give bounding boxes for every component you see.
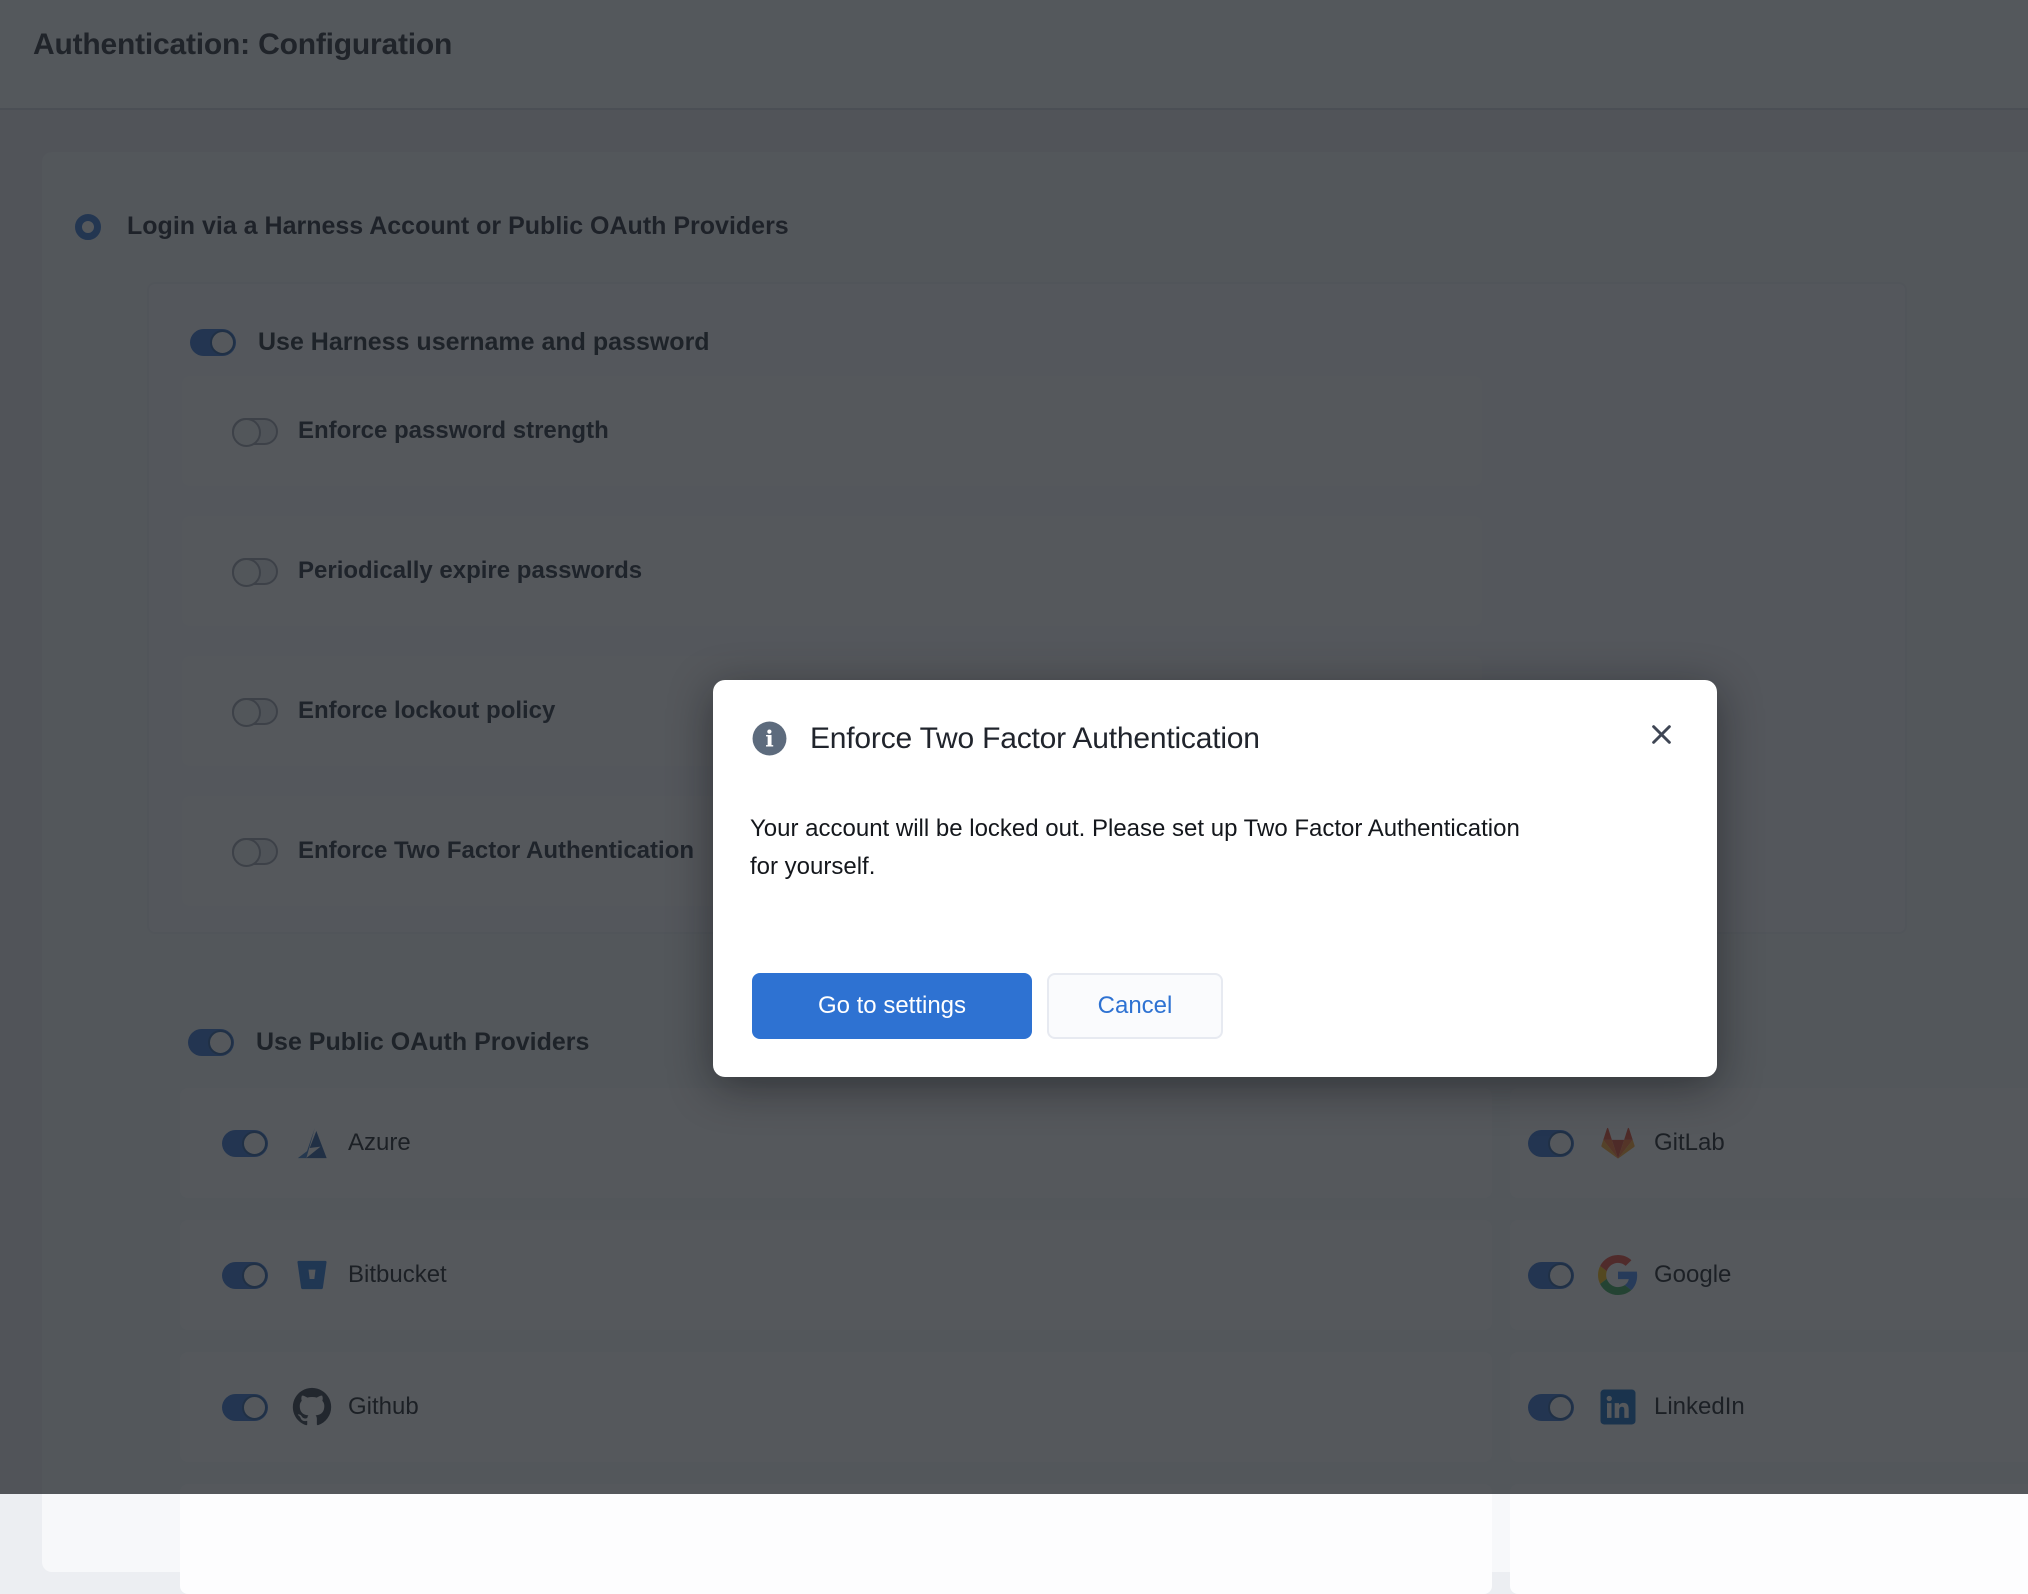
close-icon[interactable] — [1645, 718, 1677, 750]
svg-text:i: i — [765, 727, 774, 753]
info-icon: i — [751, 720, 788, 757]
provider-row-partial — [180, 1484, 1492, 1594]
dialog-header: i Enforce Two Factor Authentication — [751, 720, 1260, 757]
two-factor-dialog: i Enforce Two Factor Authentication Your… — [713, 680, 1717, 1077]
dialog-title: Enforce Two Factor Authentication — [810, 722, 1260, 756]
dialog-actions: Go to settings Cancel — [752, 973, 1223, 1039]
go-to-settings-button[interactable]: Go to settings — [752, 973, 1032, 1039]
dialog-message: Your account will be locked out. Please … — [750, 810, 1550, 886]
provider-row-partial — [1510, 1484, 2028, 1594]
cancel-button[interactable]: Cancel — [1047, 973, 1223, 1039]
